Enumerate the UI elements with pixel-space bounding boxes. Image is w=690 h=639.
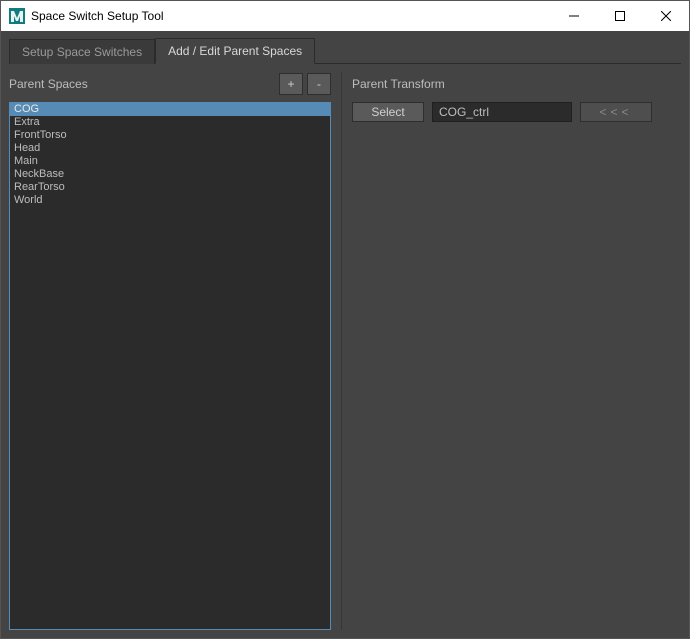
maximize-button[interactable] (597, 1, 643, 31)
list-item[interactable]: Head (10, 142, 330, 155)
parent-transform-panel: Parent Transform Select <<< (341, 72, 681, 630)
list-item[interactable]: Main (10, 155, 330, 168)
list-item[interactable]: World (10, 194, 330, 207)
app-window: Space Switch Setup Tool Setup Space Swit… (0, 0, 690, 639)
minimize-button[interactable] (551, 1, 597, 31)
parent-transform-label: Parent Transform (352, 77, 681, 91)
list-item[interactable]: COG (10, 103, 330, 116)
list-item[interactable]: FrontTorso (10, 129, 330, 142)
parent-spaces-header: Parent Spaces + - (9, 72, 331, 96)
parent-transform-row: Select <<< (352, 102, 681, 122)
add-parent-space-button[interactable]: + (279, 73, 303, 95)
parent-spaces-panel: Parent Spaces + - COGExtraFrontTorsoHead… (9, 72, 331, 630)
content-area: Parent Spaces + - COGExtraFrontTorsoHead… (9, 72, 681, 630)
parent-transform-header: Parent Transform (352, 72, 681, 96)
tab-setup-space-switches[interactable]: Setup Space Switches (9, 39, 155, 64)
remove-parent-space-button[interactable]: - (307, 73, 331, 95)
maya-app-icon (9, 8, 25, 24)
parent-spaces-list[interactable]: COGExtraFrontTorsoHeadMainNeckBaseRearTo… (9, 102, 331, 630)
window-controls (551, 1, 689, 31)
select-button[interactable]: Select (352, 102, 424, 122)
transform-name-input[interactable] (432, 102, 572, 122)
load-selection-button[interactable]: <<< (580, 102, 652, 122)
close-button[interactable] (643, 1, 689, 31)
tab-bar: Setup Space Switches Add / Edit Parent S… (9, 37, 681, 64)
list-item[interactable]: NeckBase (10, 168, 330, 181)
window-body: Setup Space Switches Add / Edit Parent S… (1, 31, 689, 638)
window-title: Space Switch Setup Tool (31, 9, 551, 23)
parent-spaces-label: Parent Spaces (9, 77, 275, 91)
tab-add-edit-parent-spaces[interactable]: Add / Edit Parent Spaces (155, 38, 315, 64)
list-item[interactable]: Extra (10, 116, 330, 129)
titlebar: Space Switch Setup Tool (1, 1, 689, 31)
list-item[interactable]: RearTorso (10, 181, 330, 194)
